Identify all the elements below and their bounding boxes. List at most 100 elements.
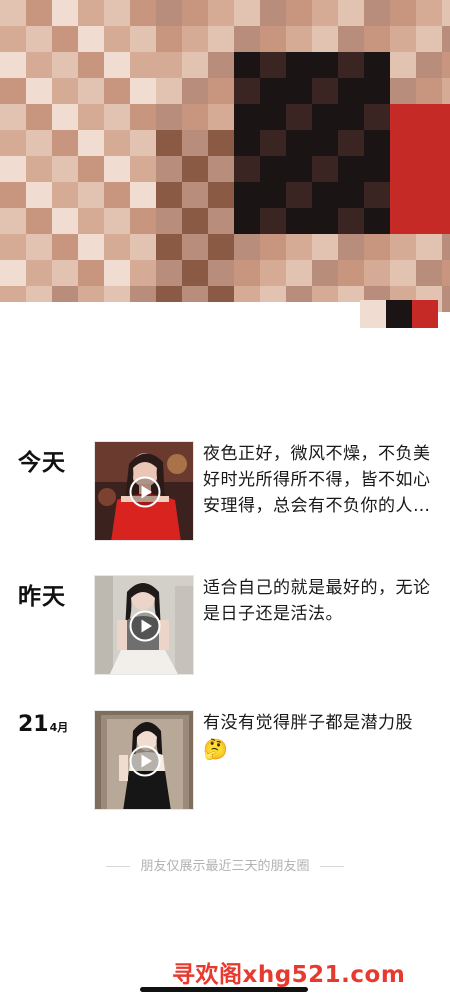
cover-pixel [0,0,26,26]
cover-pixel [26,260,52,286]
cover-pixel [286,156,312,182]
cover-pixel [156,52,182,78]
cover-pixel [182,156,208,182]
cover-pixel [208,52,234,78]
cover-pixel [286,260,312,286]
cover-pixel [312,26,338,52]
post-text[interactable]: 夜色正好，微风不燥，不负美好时光所得所不得，皆不如心安理得，总会有不负你的人和事… [203,441,438,519]
cover-pixel [286,130,312,156]
cover-pixel [442,286,450,312]
cover-pixel [0,234,26,260]
cover-pixel [416,182,442,208]
cover-pixel [130,26,156,52]
watermark-text: 寻欢阁xhg521.com [172,962,406,988]
cover-pixel [260,104,286,130]
cover-pixel [364,234,390,260]
cover-pixel [390,52,416,78]
cover-pixel [386,300,412,328]
cover-pixel [416,26,442,52]
cover-pixel [78,26,104,52]
divider-right [319,866,344,867]
moments-post-today[interactable]: 今天 夜色正好，微风不燥，不负美好时光所得所不得，皆不如心安理得，总会有不负你的… [0,441,450,541]
cover-pixel [104,78,130,104]
cover-pixel [104,130,130,156]
cover-pixel [104,260,130,286]
post-date-month: 4月 [49,721,69,734]
cover-pixel [416,0,442,26]
cover-pixel [182,234,208,260]
pixelated-cover-image [0,0,450,330]
cover-pixel [130,130,156,156]
cover-pixel [442,0,450,26]
cover-pixel [364,208,390,234]
cover-pixel [260,208,286,234]
cover-photo[interactable] [0,0,450,330]
cover-pixel [26,26,52,52]
cover-pixel [182,182,208,208]
cover-pixel [416,260,442,286]
cover-pixel [182,0,208,26]
cover-pixel [234,130,260,156]
moments-post-yesterday[interactable]: 昨天 适合自己的就是最好的，无论是日子还是活法。 [0,575,450,675]
cover-pixel [78,104,104,130]
post-date: 昨天 [18,584,66,610]
cover-pixel [52,234,78,260]
post-date-day: 21 [18,712,49,737]
cover-pixel [26,104,52,130]
cover-pixel [234,26,260,52]
video-thumbnail[interactable] [94,441,194,541]
cover-pixel [364,260,390,286]
cover-pixel [52,182,78,208]
cover-pixel [156,260,182,286]
cover-pixel [104,182,130,208]
play-icon[interactable] [129,476,161,508]
cover-pixel [26,156,52,182]
cover-pixel [26,182,52,208]
cover-pixel [208,78,234,104]
cover-pixel [442,52,450,78]
cover-pixel [260,156,286,182]
cover-pixel [234,78,260,104]
cover-pixel [104,0,130,26]
cover-pixel [260,130,286,156]
cover-pixel [260,260,286,286]
cover-pixel [182,260,208,286]
cover-pixel [130,260,156,286]
cover-pixel [416,130,442,156]
cover-pixel [130,52,156,78]
cover-pixel [156,182,182,208]
cover-pixel [208,182,234,208]
cover-pixel [442,104,450,130]
video-thumbnail[interactable] [94,710,194,810]
cover-pixel [78,78,104,104]
post-text[interactable]: 有没有觉得胖子都是潜力股 🤔 [203,710,438,764]
video-thumbnail[interactable] [94,575,194,675]
cover-pixel [130,156,156,182]
cover-pixel [390,156,416,182]
play-icon[interactable] [129,745,161,777]
cover-pixel [338,130,364,156]
cover-pixel [390,130,416,156]
cover-pixel [260,0,286,26]
cover-pixel [312,182,338,208]
cover-pixel [312,260,338,286]
home-indicator[interactable] [140,987,308,992]
cover-pixel [52,0,78,26]
cover-pixel [182,78,208,104]
cover-pixel [234,234,260,260]
cover-pixel [208,0,234,26]
cover-pixel [286,0,312,26]
cover-pixel [156,104,182,130]
cover-pixel [156,130,182,156]
cover-pixel [364,26,390,52]
cover-pixel [52,52,78,78]
cover-pixel [0,260,26,286]
post-text[interactable]: 适合自己的就是最好的，无论是日子还是活法。 [203,575,438,627]
moments-post-apr-21[interactable]: 214月 有没有觉得胖子都是潜力股 🤔 [0,710,450,810]
cover-pixel [286,104,312,130]
cover-pixel [156,156,182,182]
cover-pixel [416,52,442,78]
post-date: 今天 [18,450,66,476]
play-icon[interactable] [129,610,161,642]
cover-pixel [442,234,450,260]
